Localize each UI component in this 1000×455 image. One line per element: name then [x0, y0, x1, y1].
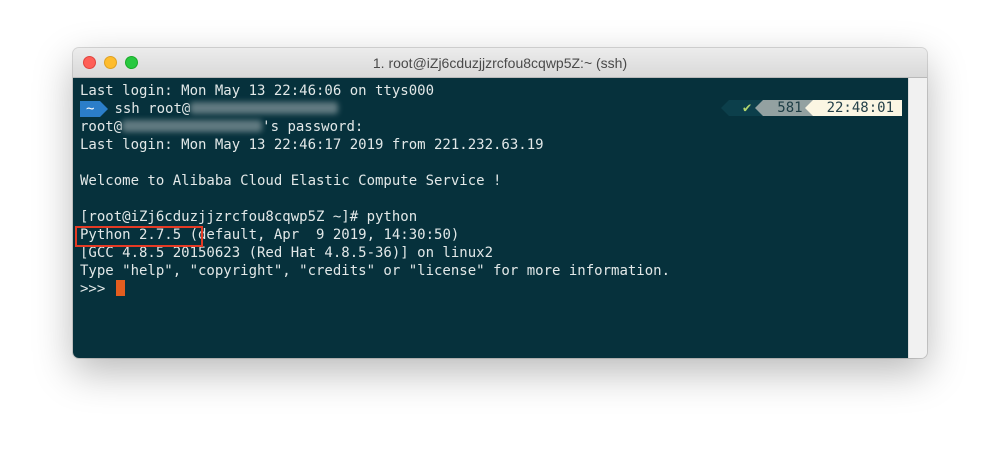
terminal-line: ~ ssh root@	[80, 100, 339, 118]
terminal-line: Last login: Mon May 13 22:46:17 2019 fro…	[80, 137, 544, 153]
scrollbar[interactable]	[908, 78, 927, 358]
terminal-output[interactable]: Last login: Mon May 13 22:46:06 on ttys0…	[73, 78, 908, 358]
redacted-host	[122, 120, 263, 132]
version-highlight-box	[75, 226, 203, 247]
title-bar[interactable]: 1. root@iZj6cduzjjzrcfou8cqwp5Z:~ (ssh)	[73, 48, 927, 78]
redacted-host	[190, 102, 339, 114]
password-prompt-label: 's password:	[262, 119, 364, 135]
terminal-line: >>>	[80, 280, 125, 298]
ssh-command: ssh root@	[114, 101, 191, 117]
right-prompt: ✔ 581 22:48:01	[720, 100, 902, 116]
prompt-directory: ~	[80, 101, 110, 117]
python-build-info: (default, Apr 9 2019, 14:30:50)	[189, 227, 460, 243]
password-prompt-user: root@	[80, 119, 123, 135]
welcome-message: Welcome to Alibaba Cloud Elastic Compute…	[80, 173, 502, 189]
terminal-line: Last login: Mon May 13 22:46:06 on ttys0…	[80, 83, 435, 99]
python-prompt: >>>	[80, 281, 114, 297]
text-cursor	[115, 280, 125, 296]
terminal-line: root@ 's password:	[80, 118, 363, 136]
terminal-window: 1. root@iZj6cduzjjzrcfou8cqwp5Z:~ (ssh) …	[73, 48, 927, 358]
window-title: 1. root@iZj6cduzjjzrcfou8cqwp5Z:~ (ssh)	[372, 55, 628, 71]
terminal-line: [root@iZj6cduzjjzrcfou8cqwp5Z ~]# python	[80, 209, 418, 225]
clock-time: 22:48:01	[804, 100, 902, 116]
terminal-line: Type "help", "copyright", "credits" or "…	[80, 263, 671, 279]
